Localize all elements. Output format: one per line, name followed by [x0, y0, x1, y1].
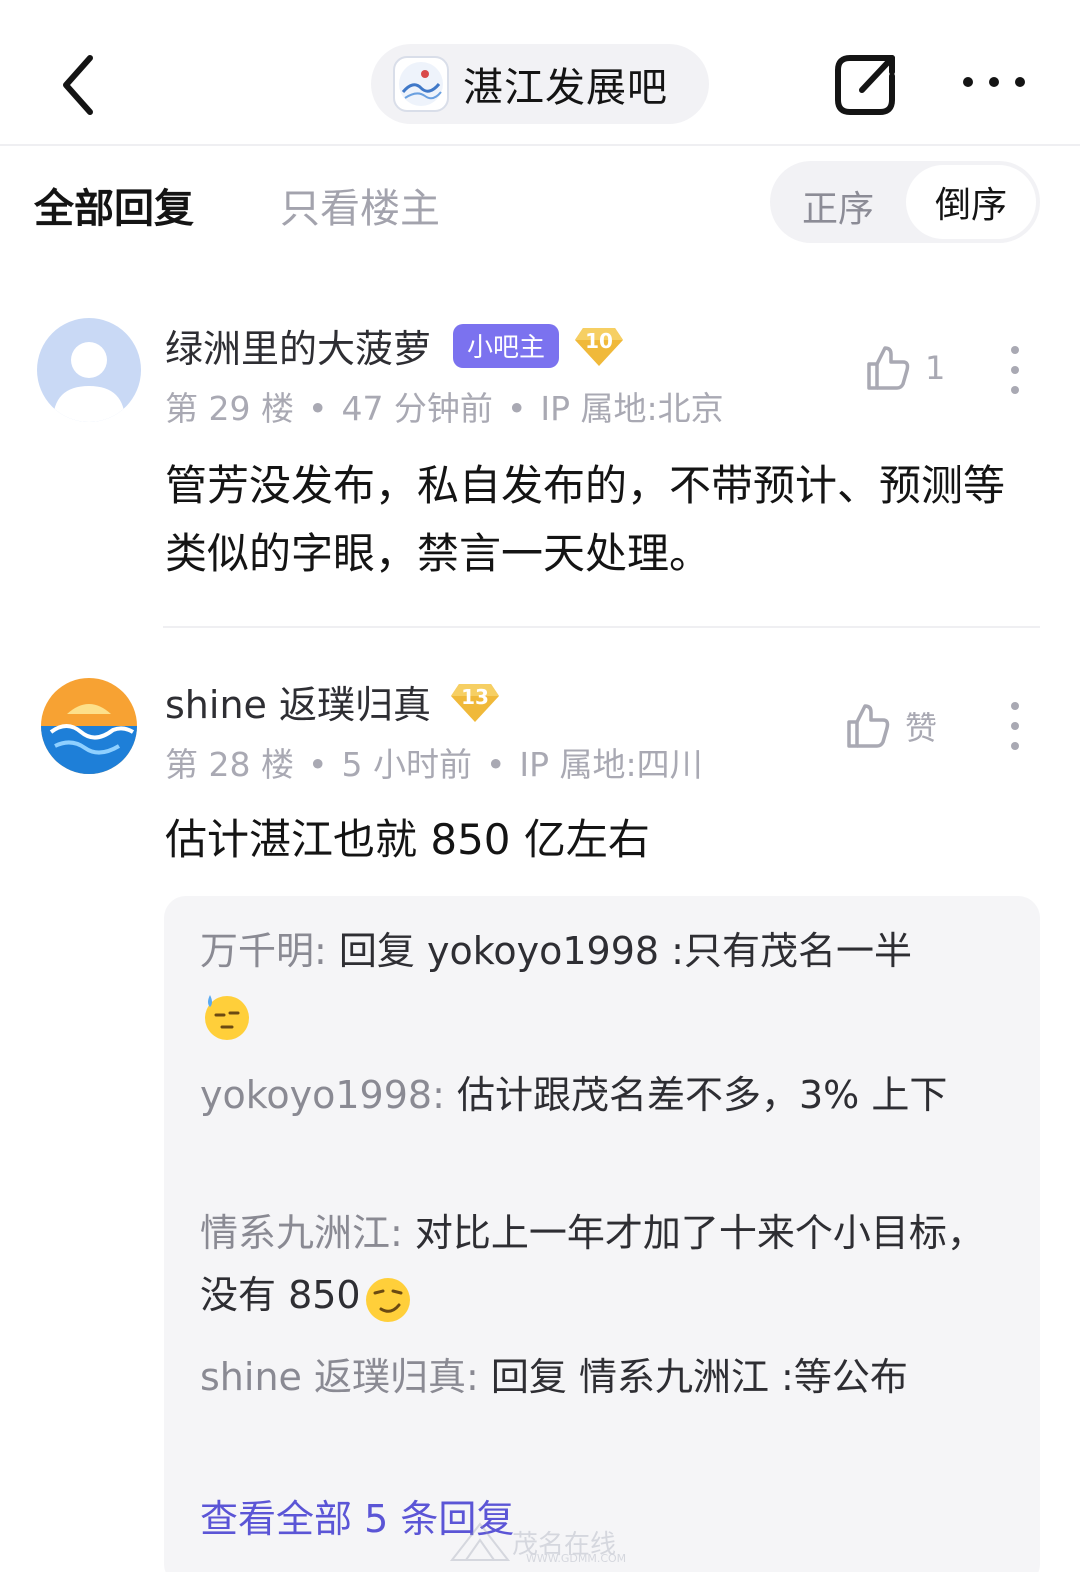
forum-avatar — [393, 56, 449, 112]
more-vertical-icon — [1011, 346, 1019, 394]
reply-user[interactable]: shine 返璞归真 — [200, 1355, 466, 1399]
like-button[interactable]: 赞 — [845, 702, 937, 750]
sub-reply-item[interactable]: yokoyo1998: 估计跟茂名差不多，3% 上下 — [200, 1064, 1010, 1126]
top-bar: 湛江发展吧 — [0, 0, 1080, 146]
more-options-button[interactable] — [958, 62, 1030, 102]
reply-text: 回复 yokoyo1998 :只有茂名一半 — [338, 929, 912, 973]
author-name[interactable]: shine 返璞归真 — [165, 674, 431, 729]
post-more-button[interactable] — [1000, 698, 1030, 754]
sort-toggle: 正序 倒序 — [770, 161, 1040, 243]
avatar[interactable] — [37, 318, 141, 422]
ip-location: IP 属地:四川 — [519, 745, 703, 784]
thumbs-up-icon — [847, 704, 890, 748]
author-row: 绿洲里的大菠萝 小吧主 10 — [165, 318, 625, 373]
tab-owner-only[interactable]: 只看楼主 — [280, 176, 440, 234]
reply-separator: : — [465, 1355, 491, 1399]
post-more-button[interactable] — [1000, 342, 1030, 398]
post-content: 管芳没发布，私自发布的，不带预计、预测等类似的字眼，禁言一天处理。 — [165, 461, 1006, 578]
level-badge: 13 — [449, 680, 501, 724]
sweat-emoji-icon — [205, 994, 249, 1040]
sub-reply-item[interactable]: 万千明: 回复 yokoyo1998 :只有茂名一半 — [200, 920, 1010, 1044]
post-meta: 第 29 楼 • 47 分钟前 • IP 属地:北京 — [165, 389, 724, 428]
sub-reply-item[interactable]: shine 返璞归真: 回复 情系九洲江 :等公布 — [200, 1346, 1010, 1408]
role-badge: 小吧主 — [453, 323, 560, 368]
thumbs-up-icon — [867, 346, 910, 390]
reply-user[interactable]: 万千明 — [200, 929, 314, 973]
watermark-logo-icon — [449, 1522, 511, 1561]
sub-replies-panel: 万千明: 回复 yokoyo1998 :只有茂名一半 yokoyo1998: 估… — [164, 896, 1040, 1572]
reply-tabs: 全部回复 只看楼主 正序 倒序 — [0, 146, 1080, 266]
divider — [163, 626, 1040, 628]
sort-ascending-button[interactable]: 正序 — [802, 180, 874, 232]
author-name[interactable]: 绿洲里的大菠萝 — [165, 318, 431, 373]
post-time: 5 小时前 — [341, 745, 472, 784]
level-badge: 10 — [573, 324, 625, 368]
default-avatar-icon — [37, 318, 141, 422]
forum-name: 湛江发展吧 — [463, 65, 668, 111]
avatar[interactable] — [37, 674, 141, 778]
level-number: 10 — [585, 328, 613, 353]
post-time: 47 分钟前 — [341, 389, 493, 428]
reply-separator: : — [432, 1073, 457, 1117]
forum-pill[interactable]: 湛江发展吧 — [371, 44, 709, 124]
reply-text: 回复 情系九洲江 :等公布 — [490, 1355, 908, 1399]
reply-separator: : — [390, 1211, 415, 1255]
floor-number: 第 28 楼 — [165, 745, 294, 784]
share-icon — [835, 55, 895, 115]
post-detail-page: 湛江发展吧 全部回复 只看楼主 正序 倒序 绿洲里的大菠萝 小吧主 10 第 2… — [0, 0, 1080, 1572]
back-button[interactable] — [52, 50, 112, 120]
sunset-avatar-icon — [37, 674, 141, 778]
reply-user[interactable]: 情系九洲江 — [200, 1211, 390, 1255]
sub-reply-item[interactable]: 情系九洲江: 对比上一年才加了十来个小目标，没有 850 — [200, 1202, 1010, 1326]
author-row: shine 返璞归真 13 — [165, 674, 501, 729]
level-number: 13 — [461, 684, 489, 709]
post-content: 估计湛江也就 850 亿左右 — [165, 815, 650, 864]
more-horizontal-icon — [963, 77, 1025, 87]
floor-number: 第 29 楼 — [165, 389, 294, 428]
more-vertical-icon — [1011, 702, 1019, 750]
share-button[interactable] — [832, 50, 900, 118]
reply-text: 估计跟茂名差不多，3% 上下 — [456, 1073, 948, 1117]
like-button[interactable]: 1 — [865, 344, 945, 392]
ip-location: IP 属地:北京 — [540, 389, 724, 428]
reply-separator: : — [314, 929, 339, 973]
forum-logo-icon — [399, 62, 443, 106]
watermark-subtext: WWW.GDMM.COM — [526, 1552, 627, 1565]
sort-descending-button[interactable]: 倒序 — [906, 165, 1036, 239]
tab-all-replies[interactable]: 全部回复 — [34, 176, 194, 234]
like-count: 1 — [925, 349, 946, 387]
watermark: 茂名在线 WWW.GDMM.COM — [448, 1520, 626, 1565]
like-label: 赞 — [905, 709, 938, 747]
smirk-emoji-icon — [365, 1277, 410, 1322]
chevron-left-icon — [63, 55, 93, 115]
post-meta: 第 28 楼 • 5 小时前 • IP 属地:四川 — [165, 745, 703, 784]
reply-user[interactable]: yokoyo1998 — [200, 1073, 432, 1117]
